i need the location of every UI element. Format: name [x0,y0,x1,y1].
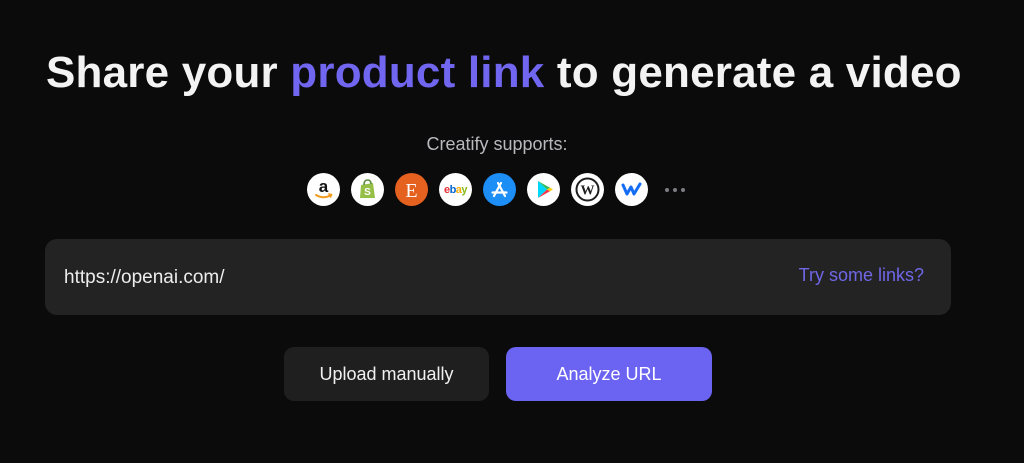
svg-text:W: W [581,184,595,199]
shopify-logo-icon: S [351,173,384,206]
app-store-logo-icon [483,173,516,206]
svg-text:ebay: ebay [444,184,468,196]
supported-platforms-row: a S E ebay W [307,173,685,206]
supports-label: Creatify supports: [426,134,568,154]
svg-text:S: S [364,187,371,198]
title-accent: product link [290,48,545,97]
title-part-2: to generate a video [544,48,962,97]
url-input-container: Try some links? [45,239,951,315]
google-play-logo-icon [527,173,560,206]
more-platforms-icon [665,187,685,192]
etsy-logo-icon: E [395,173,428,206]
ebay-logo-icon: ebay [439,173,472,206]
amazon-logo-icon: a [307,173,340,206]
upload-manually-button[interactable]: Upload manually [284,347,489,401]
svg-text:a: a [319,177,329,196]
title-part-1: Share your [46,48,291,97]
analyze-url-button[interactable]: Analyze URL [506,347,712,401]
page-title: Share your product link to generate a vi… [46,46,962,100]
page: Share your product link to generate a vi… [0,0,1024,463]
try-some-links-link[interactable]: Try some links? [799,265,924,286]
url-input[interactable] [62,261,666,295]
etsy-glyph: E [405,180,417,202]
wordpress-logo-icon: W [571,173,604,206]
webflow-logo-icon [615,173,648,206]
